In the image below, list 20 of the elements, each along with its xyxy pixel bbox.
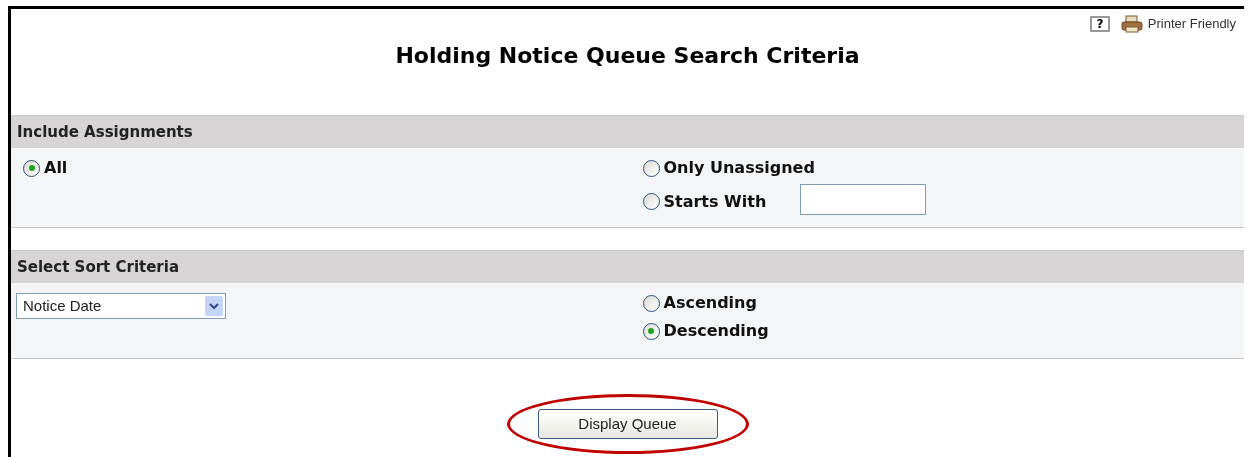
starts-with-field[interactable] bbox=[800, 184, 927, 215]
radio-label: Only Unassigned bbox=[663, 158, 815, 178]
printer-friendly-link[interactable]: Printer Friendly bbox=[1119, 14, 1236, 34]
section-heading: Include Assignments bbox=[17, 121, 193, 143]
radio-button[interactable] bbox=[642, 322, 660, 340]
help-button[interactable]: ? bbox=[1089, 16, 1110, 32]
radio-button[interactable] bbox=[23, 159, 40, 177]
page-title: Holding Notice Queue Search Criteria bbox=[395, 42, 860, 70]
radio-button[interactable] bbox=[642, 159, 660, 177]
radio-button[interactable] bbox=[642, 193, 660, 210]
section-heading: Select Sort Criteria bbox=[17, 256, 180, 278]
radio-button[interactable] bbox=[642, 294, 660, 312]
chevron-down-icon bbox=[209, 302, 219, 310]
printer-icon bbox=[1119, 15, 1144, 33]
radio-label: Ascending bbox=[663, 293, 757, 313]
radio-label: Starts With bbox=[663, 191, 767, 212]
radio-label: All bbox=[44, 158, 68, 178]
radio-label: Descending bbox=[663, 321, 769, 341]
sort-dropdown[interactable]: Notice Date bbox=[16, 293, 226, 319]
display-queue-button[interactable]: Display Queue bbox=[537, 409, 718, 439]
